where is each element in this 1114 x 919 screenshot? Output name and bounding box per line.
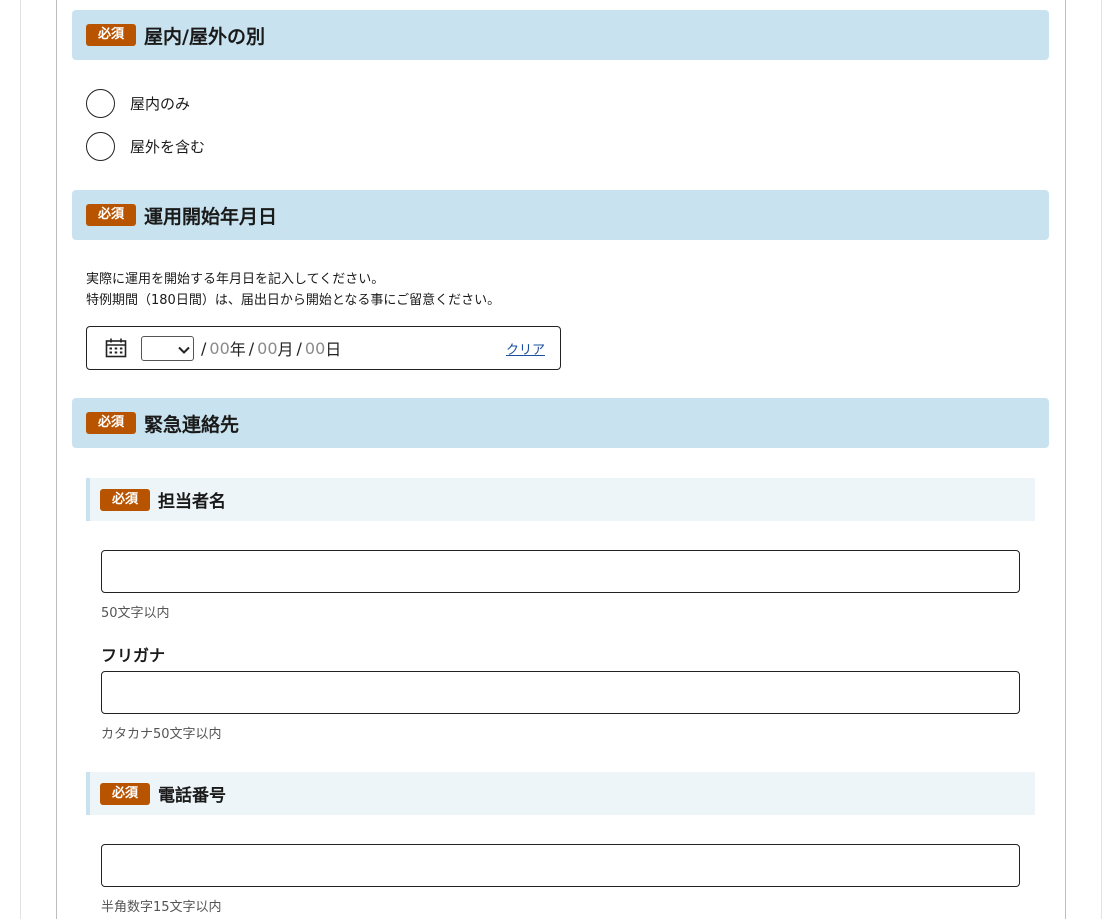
description-line: 特例期間（180日間）は、届出日から開始となる事にご留意ください。 — [86, 293, 501, 308]
day-input[interactable]: 00 — [305, 339, 325, 358]
sub-header-phone: 必須 電話番号 — [86, 772, 1035, 815]
section-title: 緊急連絡先 — [144, 413, 240, 436]
radio-label: 屋外を含む — [130, 138, 206, 156]
clear-link[interactable]: クリア — [506, 339, 545, 358]
required-badge: 必須 — [86, 24, 136, 46]
start-date-description: 実際に運用を開始する年月日を記入してください。 特例期間（180日間）は、届出日… — [86, 269, 500, 311]
person-name-hint: 50文字以内 — [101, 606, 170, 621]
month-unit: 月 — [277, 340, 294, 359]
phone-input[interactable] — [101, 844, 1020, 887]
date-separator: / — [296, 338, 302, 358]
section-header-emergency-contact: 必須 緊急連絡先 — [72, 398, 1049, 448]
era-select[interactable] — [141, 335, 194, 361]
radio-include-outdoor[interactable]: 屋外を含む — [86, 132, 205, 161]
required-badge: 必須 — [100, 782, 150, 805]
year-unit: 年 — [229, 340, 246, 359]
sub-header-person-name: 必須 担当者名 — [86, 478, 1035, 521]
radio-indoor-only[interactable]: 屋内のみ — [86, 89, 190, 118]
furigana-label: フリガナ — [101, 646, 166, 665]
year-input[interactable]: 00 — [209, 339, 229, 358]
date-separator: / — [201, 338, 207, 358]
description-line: 実際に運用を開始する年月日を記入してください。 — [86, 272, 385, 287]
sub-section-title: 担当者名 — [158, 492, 226, 512]
section-title: 運用開始年月日 — [144, 205, 278, 228]
day-unit: 日 — [325, 340, 342, 359]
sub-section-title: 電話番号 — [158, 786, 226, 806]
month-input[interactable]: 00 — [257, 339, 277, 358]
date-picker: / 00 年 / 00 月 / 00 日 クリア — [86, 326, 561, 370]
section-header-indoor-outdoor: 必須 屋内/屋外の別 — [72, 10, 1049, 60]
phone-hint: 半角数字15文字以内 — [101, 900, 222, 915]
section-title: 屋内/屋外の別 — [144, 25, 265, 48]
radio-button[interactable] — [86, 132, 115, 161]
calendar-icon[interactable] — [105, 338, 127, 358]
date-separator: / — [248, 338, 255, 358]
chevron-down-icon — [178, 339, 190, 358]
required-badge: 必須 — [100, 488, 150, 511]
person-name-input[interactable] — [101, 550, 1020, 593]
required-badge: 必須 — [86, 412, 136, 434]
radio-button[interactable] — [86, 89, 115, 118]
required-badge: 必須 — [86, 204, 136, 226]
furigana-input[interactable] — [101, 671, 1020, 714]
furigana-hint: カタカナ50文字以内 — [101, 727, 222, 742]
section-header-start-date: 必須 運用開始年月日 — [72, 190, 1049, 240]
radio-label: 屋内のみ — [130, 95, 191, 113]
